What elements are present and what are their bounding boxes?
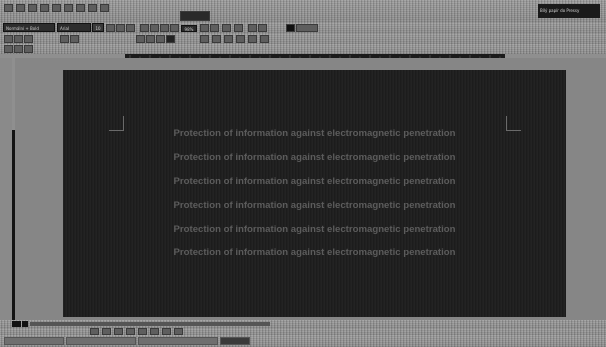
status-mode-info — [138, 337, 218, 345]
status-page-info — [4, 337, 64, 345]
character-spacing-icon[interactable] — [296, 24, 318, 32]
text-line-2[interactable]: Protection of information against electr… — [63, 152, 566, 163]
status-language — [220, 337, 250, 345]
app-menu-icon[interactable] — [4, 4, 13, 12]
text-line-1[interactable]: Protection of information against electr… — [63, 128, 566, 139]
secondary-toolbar — [0, 44, 606, 54]
font-color-icon[interactable] — [248, 24, 257, 32]
standard-toolbar — [0, 33, 606, 44]
new-document-icon[interactable] — [4, 35, 13, 43]
align-center-icon[interactable] — [150, 24, 159, 32]
copy-icon[interactable] — [146, 35, 155, 43]
window-menu-icon[interactable] — [88, 4, 97, 12]
quick-toolbar[interactable] — [180, 11, 210, 21]
text-line-3[interactable]: Protection of information against electr… — [63, 176, 566, 187]
indent-icon[interactable] — [222, 24, 231, 32]
status-position-info — [66, 337, 136, 345]
outdent-icon[interactable] — [234, 24, 243, 32]
edit-menu-icon[interactable] — [28, 4, 37, 12]
underline-icon[interactable] — [126, 24, 135, 32]
highlight-icon[interactable] — [258, 24, 267, 32]
select-objects-icon[interactable] — [102, 328, 111, 335]
table-icon[interactable] — [224, 35, 233, 43]
open-icon[interactable] — [14, 35, 23, 43]
tools-menu-icon[interactable] — [76, 4, 85, 12]
justify-icon[interactable] — [170, 24, 179, 32]
spelling-icon[interactable] — [4, 45, 13, 53]
arrow-icon[interactable] — [138, 328, 147, 335]
text-line-5[interactable]: Protection of information against electr… — [63, 224, 566, 235]
draw-menu-icon[interactable] — [90, 328, 99, 335]
research-icon[interactable] — [14, 45, 23, 53]
font-name-select[interactable]: Arial — [57, 23, 91, 32]
font-size-select[interactable]: 10 — [92, 23, 104, 32]
redo-icon[interactable] — [200, 35, 209, 43]
undo-icon[interactable] — [166, 35, 175, 43]
file-menu-icon[interactable] — [16, 4, 25, 12]
text-color-swatch[interactable] — [286, 24, 295, 32]
horizontal-scrollbar[interactable] — [30, 322, 270, 326]
title-bar: Bílý papír do Pressy — [0, 0, 606, 22]
align-left-icon[interactable] — [140, 24, 149, 32]
save-icon[interactable] — [24, 35, 33, 43]
textbox-icon[interactable] — [174, 328, 183, 335]
paste-icon[interactable] — [156, 35, 165, 43]
document-page[interactable]: Protection of information against electr… — [63, 70, 566, 317]
drawing-icon[interactable] — [248, 35, 257, 43]
numbering-icon[interactable] — [210, 24, 219, 32]
text-line-6[interactable]: Protection of information against electr… — [63, 247, 566, 258]
help-menu-icon[interactable] — [100, 4, 109, 12]
align-right-icon[interactable] — [160, 24, 169, 32]
show-formatting-icon[interactable] — [260, 35, 269, 43]
print-icon[interactable] — [60, 35, 69, 43]
columns-icon[interactable] — [236, 35, 245, 43]
print-preview-icon[interactable] — [70, 35, 79, 43]
autoshapes-icon[interactable] — [114, 328, 123, 335]
hyperlink-icon[interactable] — [212, 35, 221, 43]
paragraph-style-select[interactable]: Normální + Bold — [3, 23, 55, 32]
insert-menu-icon[interactable] — [52, 4, 61, 12]
layout-view-button[interactable] — [22, 321, 28, 327]
normal-view-button[interactable] — [12, 321, 21, 327]
bold-icon[interactable] — [106, 24, 115, 32]
rectangle-icon[interactable] — [150, 328, 159, 335]
line-icon[interactable] — [126, 328, 135, 335]
italic-icon[interactable] — [116, 24, 125, 32]
window-title: Bílý papír do Pressy — [538, 4, 600, 18]
status-bar — [0, 335, 606, 347]
zoom-field[interactable]: 98% — [181, 25, 197, 32]
bullets-icon[interactable] — [200, 24, 209, 32]
view-menu-icon[interactable] — [40, 4, 49, 12]
format-menu-icon[interactable] — [64, 4, 73, 12]
format-painter-icon[interactable] — [24, 45, 33, 53]
formatting-toolbar: Normální + Bold Arial 10 — [0, 22, 606, 33]
oval-icon[interactable] — [162, 328, 171, 335]
drawing-toolbar — [0, 328, 606, 335]
cut-icon[interactable] — [136, 35, 145, 43]
vertical-ruler[interactable] — [0, 58, 12, 320]
text-line-4[interactable]: Protection of information against electr… — [63, 200, 566, 211]
